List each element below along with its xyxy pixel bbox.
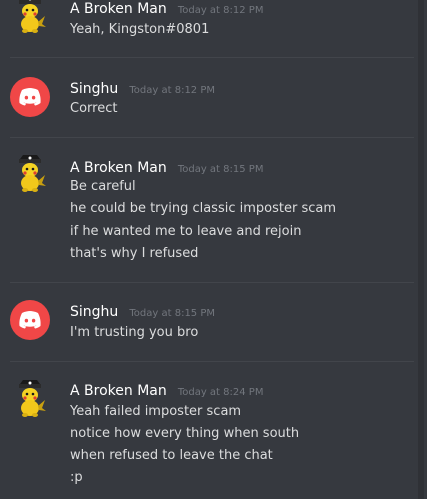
message-text: :p [70, 470, 83, 485]
message-header: Singhu Today at 8:15 PM [70, 301, 215, 320]
avatar[interactable] [10, 153, 50, 193]
username[interactable]: A Broken Man [70, 383, 167, 399]
timestamp: Today at 8:24 PM [177, 387, 264, 398]
scrollbar-track[interactable] [418, 0, 424, 499]
username[interactable]: Singhu [70, 304, 118, 320]
message-text: that's why I refused [70, 246, 199, 261]
message-text: Be careful [70, 179, 136, 194]
message-text: he could be trying classic imposter scam [70, 201, 336, 216]
message-divider [10, 137, 414, 138]
chat-log: A Broken Man Today at 8:12 PM Yeah, King… [0, 0, 427, 499]
pikachu-pirate-icon [19, 0, 46, 33]
timestamp: Today at 8:12 PM [129, 85, 216, 96]
pikachu-pirate-icon [19, 380, 46, 417]
username[interactable]: A Broken Man [70, 1, 167, 17]
message-text: if he wanted me to leave and rejoin [70, 224, 302, 239]
avatar[interactable] [10, 0, 50, 34]
discord-logo-icon [19, 311, 41, 329]
timestamp: Today at 8:15 PM [177, 164, 264, 175]
message-text: Yeah, Kingston#0801 [70, 22, 210, 37]
username[interactable]: A Broken Man [70, 160, 167, 176]
message-divider [10, 57, 414, 58]
message-text: Yeah failed imposter scam [70, 404, 242, 419]
message-header: Singhu Today at 8:12 PM [70, 78, 215, 97]
username[interactable]: Singhu [70, 81, 118, 97]
avatar[interactable] [10, 378, 50, 418]
message-divider [10, 361, 414, 362]
message-header: A Broken Man Today at 8:12 PM [70, 0, 263, 17]
avatar[interactable] [10, 77, 50, 117]
timestamp: Today at 8:12 PM [177, 5, 264, 16]
message-divider [10, 282, 414, 283]
message-header: A Broken Man Today at 8:24 PM [70, 380, 263, 399]
message-header: A Broken Man Today at 8:15 PM [70, 157, 263, 176]
message-text: I'm trusting you bro [70, 325, 199, 340]
message-text: notice how every thing when south [70, 426, 300, 441]
avatar[interactable] [10, 300, 50, 340]
message-text: Correct [70, 101, 118, 116]
timestamp: Today at 8:15 PM [129, 308, 216, 319]
pikachu-pirate-icon [19, 155, 46, 192]
discord-logo-icon [19, 88, 41, 106]
message-text: when refused to leave the chat [70, 448, 273, 463]
